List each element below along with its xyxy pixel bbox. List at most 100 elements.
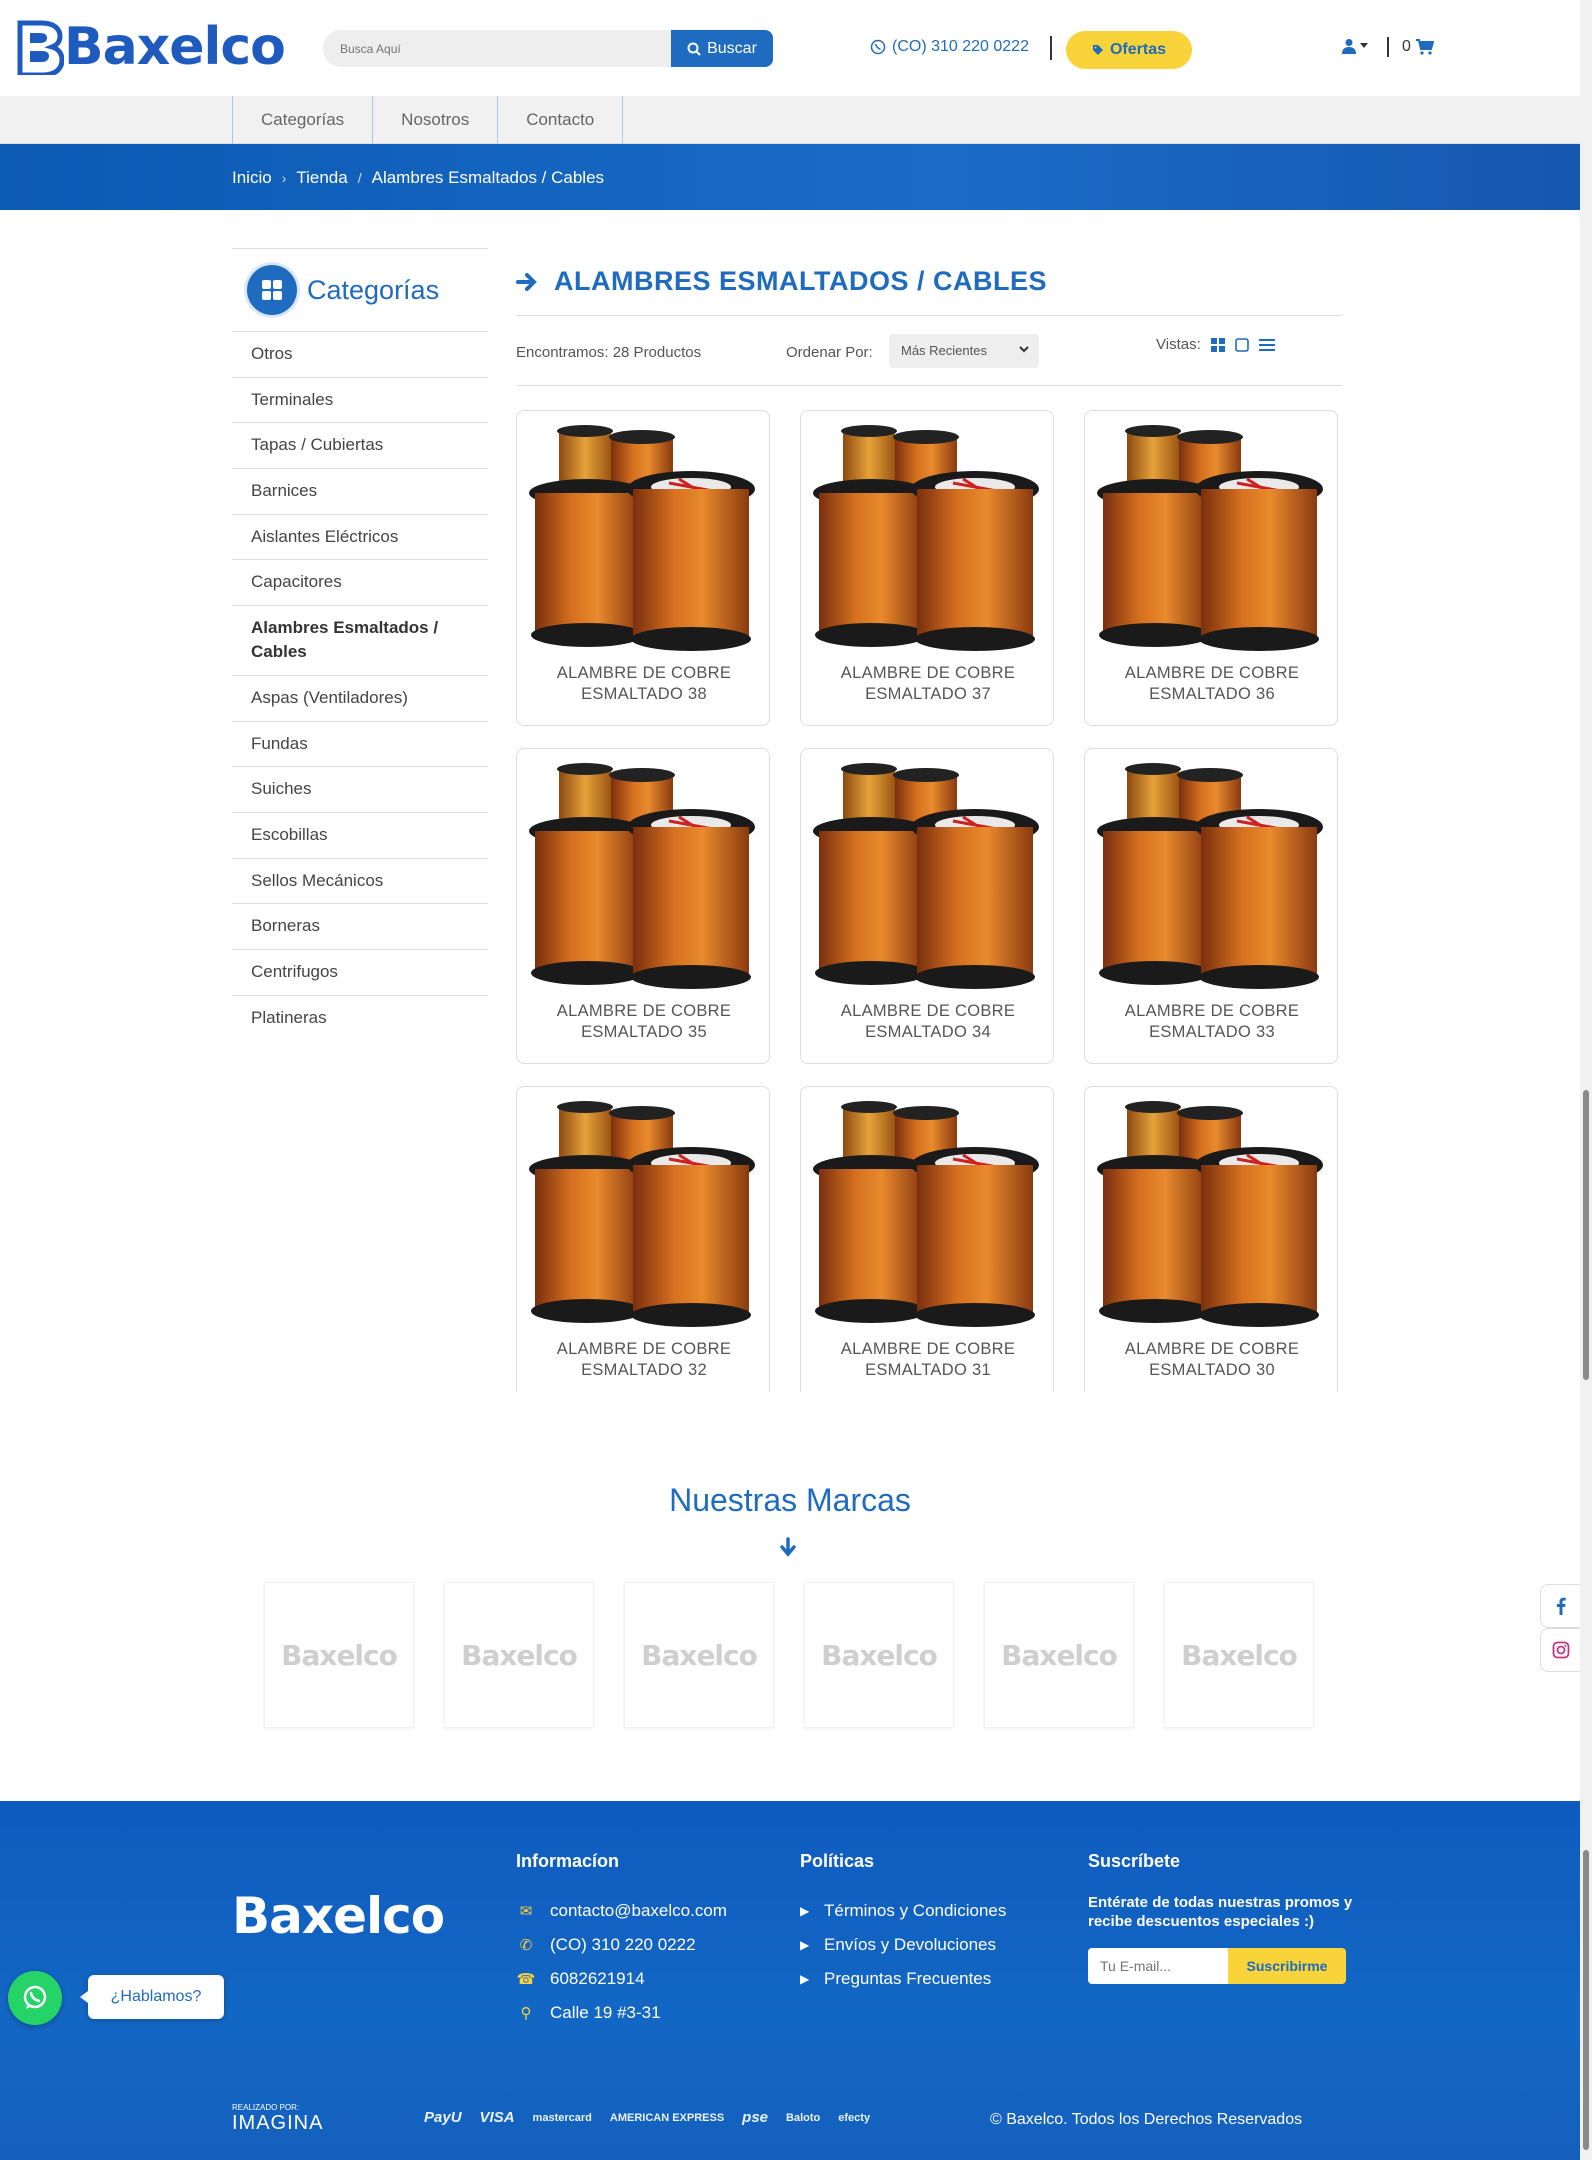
nav-contacto[interactable]: Contacto [497,96,624,144]
subscribe-email-input[interactable] [1088,1947,1228,1984]
footer-policy-link[interactable]: ▶ Envíos y Devoluciones [800,1928,1006,1962]
product-name: ALAMBRE DE COBRE ESMALTADO 30 [1085,1339,1339,1381]
product-name: ALAMBRE DE COBRE ESMALTADO 37 [801,663,1055,705]
brand-logo-text: Baxelco [821,1638,938,1672]
product-name-line2: ESMALTADO 30 [1149,1361,1275,1380]
category-item[interactable]: Sellos Mecánicos [232,859,488,905]
breadcrumb-inicio[interactable]: Inicio [232,168,272,188]
product-name-line1: ALAMBRE DE COBRE [840,1002,1016,1020]
payu-logo: PayU [424,2109,462,2126]
brands-title: Nuestras Marcas [669,1482,911,1518]
category-item[interactable]: Suiches [232,767,488,814]
category-item[interactable]: Otros [232,332,488,378]
brand-logo[interactable]: Baxelco [804,1582,954,1728]
list-view-icon[interactable] [1258,338,1275,352]
breadcrumb-current: Alambres Esmaltados / Cables [371,168,605,187]
product-card[interactable]: ALAMBRE DE COBRE ESMALTADO 33 [1084,748,1338,1064]
footer-phone-text: 6082621914 [550,1969,645,1988]
footer-policies-title: Políticas [800,1851,875,1871]
cart-button[interactable]: 0 [1402,38,1434,56]
footer-logo[interactable]: Baxelco [232,1887,445,1945]
chevron-down-icon [1019,346,1029,353]
category-item[interactable]: Barnices [232,469,488,515]
whatsapp-float-button[interactable] [8,1971,62,2025]
footer-subscribe-title: Suscríbete [1088,1851,1181,1871]
search-button-label: Buscar [707,39,757,57]
product-card[interactable]: ALAMBRE DE COBRE ESMALTADO 35 [516,748,770,1064]
category-item[interactable]: Borneras [232,904,488,950]
category-item[interactable]: Platineras [232,996,488,1041]
sort-select[interactable]: Más Recientes [889,334,1039,368]
category-item[interactable]: Centrifugos [232,950,488,996]
category-item[interactable]: Terminales [232,378,488,424]
footer-policy-link[interactable]: ▶ Términos y Condiciones [800,1894,1006,1928]
product-name-line2: ESMALTADO 32 [581,1361,707,1380]
brand-logo[interactable]: Baxelco [264,1582,414,1728]
user-menu[interactable] [1342,38,1368,54]
subscribe-button[interactable]: Suscribirme [1228,1947,1346,1984]
product-image [529,761,759,991]
made-by[interactable]: REALIZADO POR: IMAGINA [232,2103,323,2135]
site-logo[interactable]: Baxelco [14,14,286,80]
footer-subscribe: Suscríbete Entérate de todas nuestras pr… [1088,1851,1358,1984]
footer-info-title: Informacíon [516,1851,620,1871]
whatsapp-chat-bubble[interactable]: ¿Hablamos? [80,1975,224,2019]
nav-categorias[interactable]: Categorías [232,96,372,144]
category-item[interactable]: Tapas / Cubiertas [232,423,488,469]
breadcrumb-tienda[interactable]: Tienda [296,168,347,188]
category-item[interactable]: Fundas [232,722,488,768]
chevron-right-icon: ▶ [800,1972,810,1986]
footer-bottom: REALIZADO POR: IMAGINA PayU VISA masterc… [0,2101,1580,2141]
single-view-icon[interactable] [1234,337,1249,352]
efecty-logo: efecty [838,2111,871,2124]
grid-view-icon[interactable] [1210,337,1225,352]
brand-logo-text: Baxelco [1001,1638,1118,1672]
payment-methods: PayU VISA mastercard AMERICAN EXPRESS ps… [424,2109,870,2126]
ofertas-button[interactable]: Ofertas [1066,31,1192,69]
product-card[interactable]: ALAMBRE DE COBRE ESMALTADO 34 [800,748,1054,1064]
category-item[interactable]: Aislantes Eléctricos [232,515,488,561]
phone-icon: ☎ [516,1971,536,1988]
scrollbar-thumb[interactable] [1583,1090,1589,1380]
product-card[interactable]: ALAMBRE DE COBRE ESMALTADO 32 [516,1086,770,1392]
category-item[interactable]: Aspas (Ventiladores) [232,676,488,722]
brand-logo[interactable]: Baxelco [444,1582,594,1728]
category-list: Otros Terminales Tapas / Cubiertas Barni… [232,332,488,1040]
footer-whatsapp-text: (CO) 310 220 0222 [550,1935,696,1954]
search-form: Buscar [323,30,773,67]
instagram-button[interactable] [1540,1628,1580,1672]
footer-whatsapp[interactable]: ✆ (CO) 310 220 0222 [516,1928,727,1962]
search-input[interactable] [323,30,671,67]
sort-label: Ordenar Por: [786,344,873,361]
header-phone-text: (CO) 310 220 0222 [892,38,1029,55]
footer-email[interactable]: ✉ contacto@baxelco.com [516,1894,727,1928]
product-image [529,1099,759,1329]
facebook-button[interactable] [1540,1584,1580,1628]
product-card[interactable]: ALAMBRE DE COBRE ESMALTADO 38 [516,410,770,726]
product-name-line2: ESMALTADO 33 [1149,1023,1275,1042]
brand-logo[interactable]: Baxelco [984,1582,1134,1728]
nav-nosotros[interactable]: Nosotros [372,96,497,144]
product-card[interactable]: ALAMBRE DE COBRE ESMALTADO 37 [800,410,1054,726]
brand-logo[interactable]: Baxelco [1164,1582,1314,1728]
search-button[interactable]: Buscar [671,30,773,67]
amex-logo: AMERICAN EXPRESS [609,2111,725,2124]
category-item[interactable]: Escobillas [232,813,488,859]
chevron-right-icon: ▶ [800,1938,810,1952]
product-name: ALAMBRE DE COBRE ESMALTADO 31 [801,1339,1055,1381]
product-card[interactable]: ALAMBRE DE COBRE ESMALTADO 31 [800,1086,1054,1392]
caret-down-icon [1360,43,1368,48]
scrollbar-thumb-secondary[interactable] [1583,1850,1589,2150]
footer-phone[interactable]: ☎ 6082621914 [516,1962,727,1996]
product-card[interactable]: ALAMBRE DE COBRE ESMALTADO 30 [1084,1086,1338,1392]
footer-policy-link[interactable]: ▶ Preguntas Frecuentes [800,1962,1006,1996]
header-phone[interactable]: (CO) 310 220 0222 [870,38,1029,56]
product-name-line1: ALAMBRE DE COBRE [556,664,732,682]
category-item-active[interactable]: Alambres Esmaltados / Cables [232,606,488,677]
scrollbar[interactable] [1580,0,1592,2160]
product-card[interactable]: ALAMBRE DE COBRE ESMALTADO 36 [1084,410,1338,726]
product-name: ALAMBRE DE COBRE ESMALTADO 33 [1085,1001,1339,1043]
brand-logo[interactable]: Baxelco [624,1582,774,1728]
site-header: Baxelco Buscar (CO) 310 220 0222 Ofertas… [0,0,1580,96]
category-item[interactable]: Capacitores [232,560,488,606]
